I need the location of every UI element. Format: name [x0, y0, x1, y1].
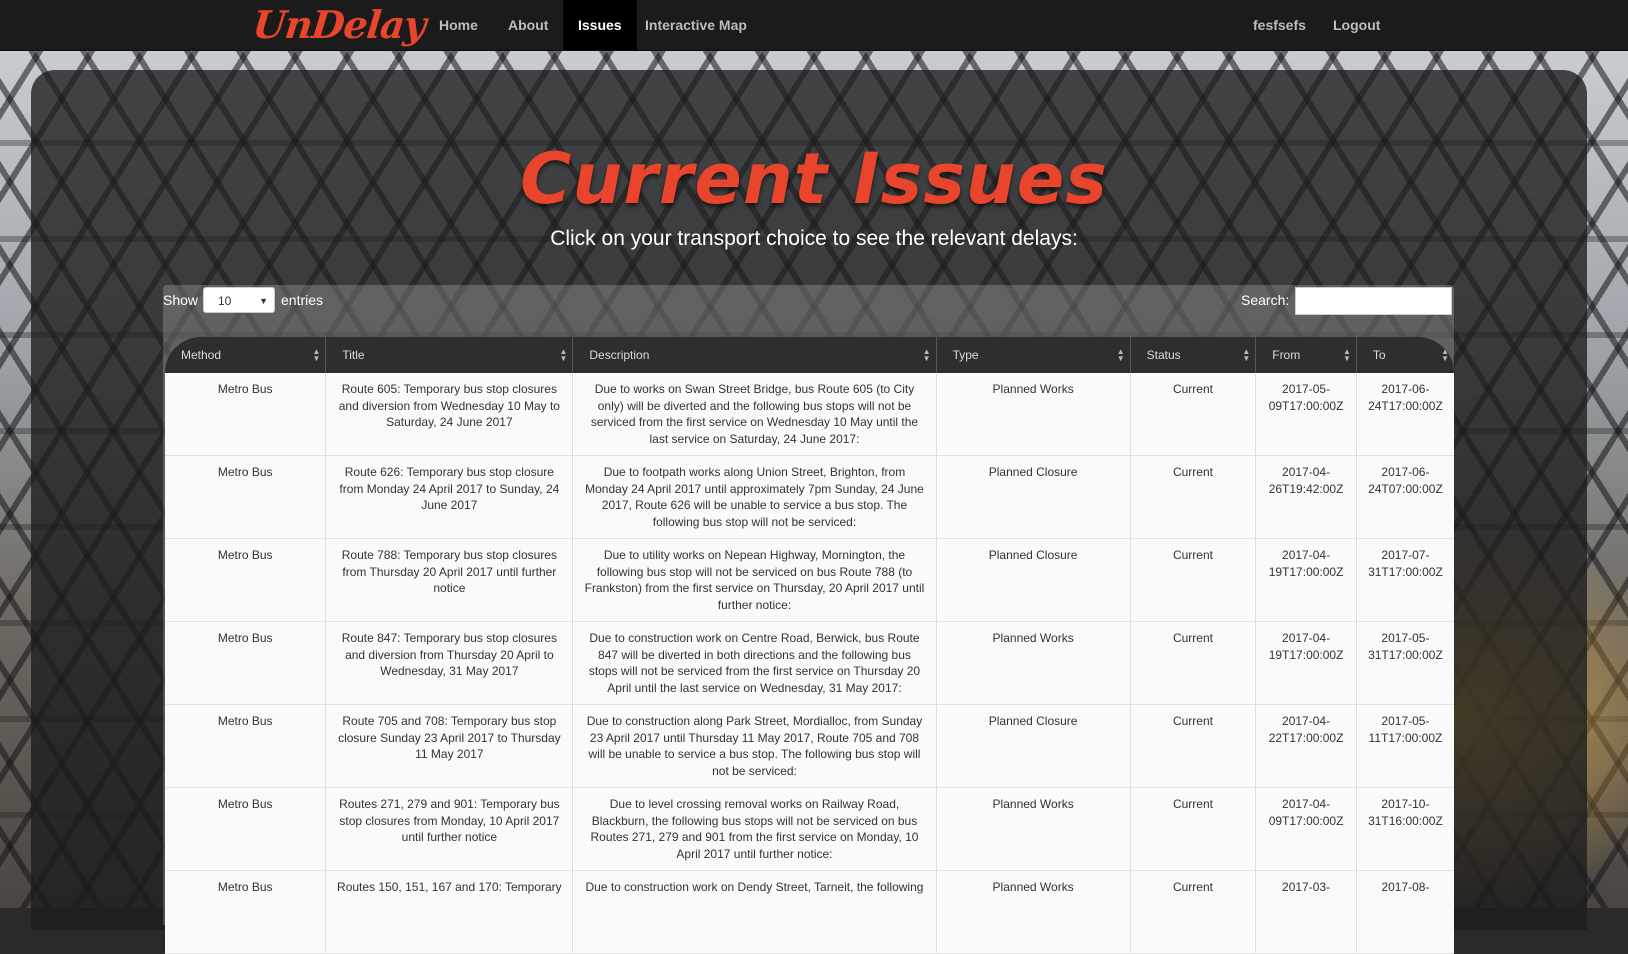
table-row[interactable]: Metro Bus Route 626: Temporary bus stop …	[165, 455, 1454, 539]
cell-description: Due to construction along Park Street, M…	[572, 704, 937, 788]
cell-status: Current	[1130, 455, 1257, 539]
cell-method: Metro Bus	[165, 870, 327, 954]
cell-description: Due to footpath works along Union Street…	[572, 455, 937, 539]
page-title: Current Issues	[520, 138, 1108, 220]
column-header-type[interactable]: Type ▲ ▼	[936, 337, 1131, 373]
nav-about[interactable]: About	[493, 0, 563, 50]
cell-type: Planned Closure	[936, 538, 1131, 622]
sort-icon: ▲ ▼	[922, 347, 931, 363]
cell-status: Current	[1130, 870, 1257, 954]
cell-method: Metro Bus	[165, 538, 327, 622]
cell-to: 2017-05-11T17:00:00Z	[1356, 704, 1454, 788]
cell-to: 2017-10-31T16:00:00Z	[1356, 787, 1454, 871]
column-header-label: Title	[342, 348, 365, 362]
issues-datatable: Show 10 ▼ entries Search: Method ▲ ▼ Title…	[163, 285, 1454, 954]
cell-to: 2017-08-	[1356, 870, 1454, 954]
search-label: Search:	[1241, 292, 1290, 308]
cell-title: Route 847: Temporary bus stop closures a…	[325, 621, 574, 705]
cell-description: Due to works on Swan Street Bridge, bus …	[572, 373, 937, 456]
table-row[interactable]: Metro Bus Route 788: Temporary bus stop …	[165, 538, 1454, 622]
column-header-label: From	[1272, 348, 1301, 362]
column-header-label: Type	[952, 348, 979, 362]
nav-logout[interactable]: Logout	[1318, 0, 1395, 50]
cell-method: Metro Bus	[165, 704, 327, 788]
page-subtitle: Click on your transport choice to see th…	[550, 227, 1078, 250]
cell-type: Planned Works	[936, 621, 1131, 705]
column-header-description[interactable]: Description ▲ ▼	[572, 337, 937, 373]
column-header-title[interactable]: Title ▲ ▼	[325, 337, 574, 373]
issues-table: Method ▲ ▼ Title ▲ ▼ Description ▲ ▼ Type ▲ ▼ St…	[165, 337, 1454, 954]
nav-user[interactable]: fesfsefs	[1238, 0, 1321, 50]
cell-from: 2017-05-09T17:00:00Z	[1255, 373, 1357, 456]
cell-to: 2017-06-24T17:00:00Z	[1356, 373, 1454, 456]
column-header-method[interactable]: Method ▲ ▼	[165, 337, 327, 373]
cell-title: Routes 150, 151, 167 and 170: Temporary	[325, 870, 574, 954]
cell-type: Planned Works	[936, 870, 1131, 954]
show-label: Show	[163, 292, 199, 308]
table-row[interactable]: Metro Bus Route 705 and 708: Temporary b…	[165, 704, 1454, 788]
search-input[interactable]	[1295, 287, 1452, 315]
table-row[interactable]: Metro Bus Route 847: Temporary bus stop …	[165, 621, 1454, 705]
cell-from: 2017-03-	[1255, 870, 1357, 954]
cell-title: Route 605: Temporary bus stop closures a…	[325, 373, 574, 456]
table-row[interactable]: Metro Bus Route 605: Temporary bus stop …	[165, 373, 1454, 456]
cell-type: Planned Closure	[936, 704, 1131, 788]
nav-interactive-map[interactable]: Interactive Map	[630, 0, 762, 50]
table-row[interactable]: Metro Bus Routes 150, 151, 167 and 170: …	[165, 870, 1454, 954]
cell-method: Metro Bus	[165, 621, 327, 705]
cell-from: 2017-04-09T17:00:00Z	[1255, 787, 1357, 871]
cell-to: 2017-07-31T17:00:00Z	[1356, 538, 1454, 622]
cell-status: Current	[1130, 373, 1257, 456]
cell-title: Route 626: Temporary bus stop closure fr…	[325, 455, 574, 539]
cell-from: 2017-04-19T17:00:00Z	[1255, 621, 1357, 705]
cell-title: Route 788: Temporary bus stop closures f…	[325, 538, 574, 622]
column-header-label: To	[1372, 348, 1386, 362]
cell-status: Current	[1130, 538, 1257, 622]
table-row[interactable]: Metro Bus Routes 271, 279 and 901: Tempo…	[165, 787, 1454, 871]
table-header-row: Method ▲ ▼ Title ▲ ▼ Description ▲ ▼ Type ▲ ▼ St…	[165, 337, 1454, 373]
cell-description: Due to construction work on Centre Road,…	[572, 621, 937, 705]
sort-icon: ▲ ▼	[1242, 347, 1251, 363]
navbar: UnDelay Home About Issues Interactive Ma…	[0, 0, 1628, 51]
nav-issues[interactable]: Issues	[563, 0, 637, 50]
cell-status: Current	[1130, 704, 1257, 788]
cell-to: 2017-05-31T17:00:00Z	[1356, 621, 1454, 705]
column-header-label: Method	[181, 348, 222, 362]
column-header-label: Description	[589, 348, 650, 362]
cell-method: Metro Bus	[165, 373, 327, 456]
cell-status: Current	[1130, 621, 1257, 705]
sort-icon: ▲ ▼	[1116, 347, 1125, 363]
chevron-down-icon: ▼	[259, 296, 268, 306]
column-header-from[interactable]: From ▲ ▼	[1255, 337, 1357, 373]
cell-from: 2017-04-26T19:42:00Z	[1255, 455, 1357, 539]
cell-description: Due to utility works on Nepean Highway, …	[572, 538, 937, 622]
cell-description: Due to level crossing removal works on R…	[572, 787, 937, 871]
sort-icon: ▲ ▼	[559, 347, 568, 363]
cell-method: Metro Bus	[165, 455, 327, 539]
cell-from: 2017-04-22T17:00:00Z	[1255, 704, 1357, 788]
sort-icon: ▲ ▼	[1441, 347, 1449, 363]
entries-label: entries	[281, 292, 324, 308]
cell-to: 2017-06-24T07:00:00Z	[1356, 455, 1454, 539]
entries-value: 10	[218, 294, 232, 308]
sort-asc-icon: ▲ ▼	[312, 347, 321, 363]
cell-type: Planned Works	[936, 373, 1131, 456]
cell-type: Planned Closure	[936, 455, 1131, 539]
nav-home[interactable]: Home	[424, 0, 493, 50]
sort-icon: ▲ ▼	[1342, 347, 1351, 363]
cell-from: 2017-04-19T17:00:00Z	[1255, 538, 1357, 622]
cell-description: Due to construction work on Dendy Street…	[572, 870, 937, 954]
cell-type: Planned Works	[936, 787, 1131, 871]
cell-status: Current	[1130, 787, 1257, 871]
table-controls: Show 10 ▼ entries Search:	[163, 285, 1454, 337]
column-header-to[interactable]: To ▲ ▼	[1356, 337, 1454, 373]
cell-method: Metro Bus	[165, 787, 327, 871]
entries-select[interactable]: 10 ▼	[203, 287, 275, 313]
cell-title: Routes 271, 279 and 901: Temporary bus s…	[325, 787, 574, 871]
column-header-status[interactable]: Status ▲ ▼	[1130, 337, 1257, 373]
column-header-label: Status	[1146, 348, 1181, 362]
cell-title: Route 705 and 708: Temporary bus stop cl…	[325, 704, 574, 788]
brand-logo[interactable]: UnDelay	[251, 2, 428, 48]
